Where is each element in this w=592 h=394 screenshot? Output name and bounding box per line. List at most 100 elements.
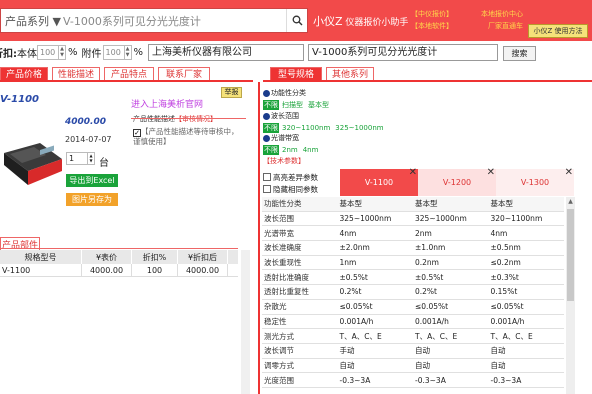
table-row: 波长调节 手动 自动 自动	[262, 344, 564, 359]
description-text: 【产品性能描述等待审核中，谨慎使用】	[133, 127, 239, 146]
company-field[interactable]: 上海美析仪器有限公司	[148, 44, 304, 61]
help-button[interactable]: 小仪Z 使用方法	[528, 24, 588, 38]
brand-name: 小仪Z	[313, 15, 343, 28]
link-local-software[interactable]: 【本地软件】	[411, 20, 453, 32]
model-search-field[interactable]: V-1000系列可见分光光度计	[308, 44, 498, 61]
close-icon[interactable]: ✕	[487, 168, 495, 178]
filter-option[interactable]: 基本型	[308, 100, 329, 110]
quantity-input[interactable]: 1	[66, 152, 88, 165]
spec-value: 0.2%t	[339, 287, 362, 297]
spec-key: 光度范围	[264, 375, 294, 385]
filter-option[interactable]: 扫描型	[282, 100, 303, 110]
description-checkbox[interactable]: ✓	[133, 129, 141, 137]
filter-option[interactable]: 4nm	[303, 146, 319, 154]
quantity-spinner[interactable]: ▲ ▼	[88, 152, 95, 165]
search-submit-button[interactable]: 搜索	[503, 46, 536, 61]
spec-value: 基本型	[339, 199, 363, 209]
highlight-checkbox[interactable]	[263, 173, 271, 181]
left-tabs: 产品价格 性能描述 产品特点 联系厂家	[0, 67, 214, 81]
compare-column-1[interactable]: V-1100 ✕	[340, 168, 418, 196]
compare-options: 高亮差异参数 隐藏相同参数	[263, 171, 318, 195]
spec-value: T、A、C、E	[339, 331, 382, 341]
export-excel-button[interactable]: 导出到Excel	[66, 174, 118, 187]
description-body: ✓【产品性能描述等待审核中，谨慎使用】	[133, 127, 243, 147]
table-row: 光度范围 -0.3~3A -0.3~3A -0.3~3A	[262, 373, 564, 388]
spec-key: 透射比重复性	[264, 287, 309, 297]
product-model: V-1100	[0, 94, 39, 105]
radio-icon[interactable]	[263, 89, 270, 97]
right-scrollbar[interactable]: ▲	[566, 197, 575, 394]
accessory-discount-input[interactable]: 100	[102, 45, 125, 60]
filter-wavelength: 波长范围 不限 320~1100nm 325~1000nm	[263, 111, 389, 133]
spec-value: ≤0.05%t	[490, 302, 524, 312]
accessory-percent: %	[133, 47, 144, 58]
compare-column-3[interactable]: V-1300 ✕	[496, 168, 574, 196]
official-site-link[interactable]: 进入上海美析官网	[131, 97, 203, 110]
scroll-up-icon[interactable]: ▲	[566, 197, 575, 206]
close-icon[interactable]: ✕	[409, 168, 417, 178]
main-discount-input[interactable]: 100	[37, 45, 59, 60]
filter-option[interactable]: 不限	[263, 145, 279, 155]
parts-col-model: 规格型号	[0, 250, 82, 264]
report-button[interactable]: 举报	[221, 87, 242, 98]
hide-same-checkbox[interactable]	[263, 185, 271, 193]
radio-icon[interactable]	[263, 134, 270, 142]
search-input[interactable]: V-1000系列可见分光光度计	[63, 13, 286, 29]
main-discount-spinner[interactable]: ▲ ▼	[59, 45, 66, 60]
brand-subtitle: 仪器报价小助手	[345, 18, 409, 28]
spec-value: ±0.5nm	[490, 243, 521, 253]
spec-value: -0.3~3A	[415, 375, 446, 385]
filter-option[interactable]: 不限	[263, 100, 279, 110]
table-row[interactable]: V-1100 4000.00 100 4000.00	[0, 264, 238, 277]
filter-option[interactable]: 不限	[263, 123, 279, 133]
spec-value: 1nm	[339, 258, 357, 268]
category-dropdown[interactable]: 产品系列 ▼	[1, 13, 63, 29]
description-header: 产品性能描述【审核情况】	[133, 114, 217, 124]
spec-key: 波长范围	[264, 214, 294, 224]
filter-label: 波长范围	[271, 112, 299, 120]
compare-column-2[interactable]: V-1200 ✕	[418, 168, 496, 196]
spec-value: 0.001A/h	[415, 316, 449, 326]
spec-value: -0.3~3A	[490, 375, 522, 385]
filter-option[interactable]: 2nm	[282, 146, 298, 154]
tab-contact[interactable]: 联系厂家	[158, 67, 210, 81]
parts-cell-discount[interactable]: 100	[132, 264, 178, 276]
tab-performance[interactable]: 性能描述	[52, 67, 100, 81]
spec-value: 自动	[490, 360, 506, 370]
left-tab-underline	[0, 80, 253, 82]
parts-header: 规格型号 ¥表价 折扣% ¥折扣后	[0, 250, 238, 264]
spec-value: 0.15%t	[490, 287, 518, 297]
tab-features[interactable]: 产品特点	[104, 67, 154, 81]
tech-params-title: 【技术参数】	[263, 157, 305, 165]
left-scrollbar[interactable]	[241, 250, 250, 394]
link-local-center[interactable]: 本地报价中心	[481, 8, 523, 20]
tab-models[interactable]: 型号规格	[270, 67, 322, 81]
filter-function: 功能性分类 不限 扫描型 基本型	[263, 88, 334, 110]
link-zhongyi[interactable]: 【中仪报价】	[411, 8, 453, 20]
tab-price[interactable]: 产品价格	[0, 67, 48, 81]
spec-value: 2nm	[415, 228, 432, 238]
spec-value: 320~1100nm	[490, 214, 543, 224]
quantity-unit: 台	[99, 158, 109, 169]
tab-other-series[interactable]: 其他系列	[326, 67, 374, 81]
filter-option[interactable]: 325~1000nm	[335, 124, 383, 132]
save-image-button[interactable]: 图片另存为	[66, 193, 118, 206]
right-tab-underline	[263, 80, 592, 82]
scroll-thumb[interactable]	[567, 209, 574, 301]
table-row: 稳定性 0.001A/h 0.001A/h 0.001A/h	[262, 315, 564, 330]
search-button[interactable]	[286, 9, 307, 32]
spec-value: 4nm	[339, 228, 357, 238]
filter-option[interactable]: 320~1100nm	[282, 124, 330, 132]
table-row: 波长准确度 ±2.0nm ±1.0nm ±0.5nm	[262, 241, 564, 256]
spec-value: -0.3~3A	[339, 375, 371, 385]
close-icon[interactable]: ✕	[565, 168, 573, 178]
search-box[interactable]: 产品系列 ▼ V-1000系列可见分光光度计	[0, 8, 308, 33]
parts-cell-price: 4000.00	[82, 264, 132, 276]
spec-key: 光谱带宽	[264, 228, 294, 238]
link-manufacturer[interactable]: 厂家直通车	[488, 20, 523, 32]
accessory-discount-spinner[interactable]: ▲ ▼	[124, 45, 132, 60]
spec-value: 手动	[339, 346, 355, 356]
top-bar: 产品系列 ▼ V-1000系列可见分光光度计 小仪Z 仪器报价小助手 【中仪报价…	[0, 0, 592, 41]
brand: 小仪Z 仪器报价小助手	[313, 13, 408, 29]
radio-icon[interactable]	[263, 112, 270, 120]
